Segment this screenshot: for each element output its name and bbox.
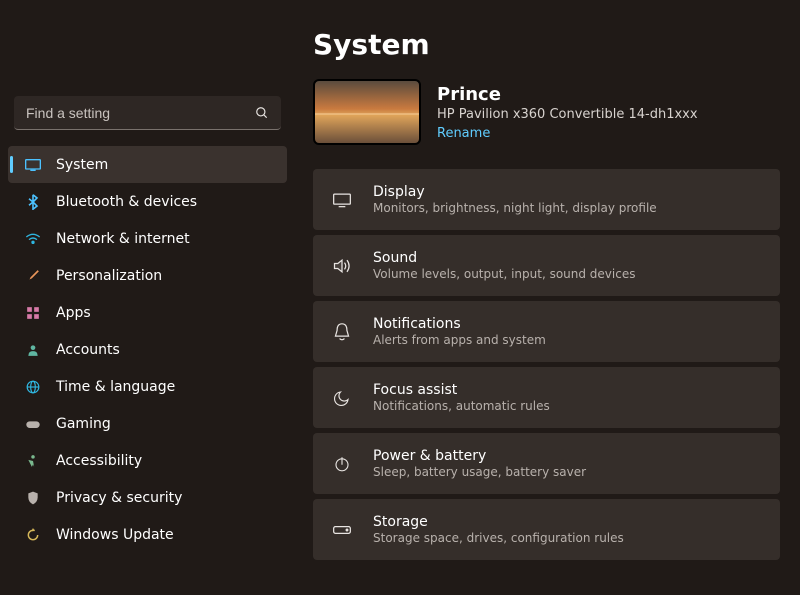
list-subtitle: Storage space, drives, configuration rul… [373, 531, 624, 545]
sidebar-item-accounts[interactable]: Accounts [8, 331, 287, 368]
device-model: HP Pavilion x360 Convertible 14-dh1xxx [437, 107, 698, 122]
list-subtitle: Sleep, battery usage, battery saver [373, 465, 586, 479]
sidebar-item-personalization[interactable]: Personalization [8, 257, 287, 294]
page-title: System [313, 28, 780, 61]
sidebar-item-label: Bluetooth & devices [56, 194, 197, 210]
sidebar-item-privacy[interactable]: Privacy & security [8, 479, 287, 516]
display-icon [331, 189, 353, 211]
list-text: Display Monitors, brightness, night ligh… [373, 184, 657, 215]
brush-icon [24, 267, 42, 285]
system-icon [24, 156, 42, 174]
sound-icon [331, 255, 353, 277]
list-text: Notifications Alerts from apps and syste… [373, 316, 546, 347]
sidebar-item-label: Windows Update [56, 527, 174, 543]
list-title: Power & battery [373, 448, 586, 464]
list-item-storage[interactable]: Storage Storage space, drives, configura… [313, 499, 780, 560]
sidebar-item-gaming[interactable]: Gaming [8, 405, 287, 442]
list-item-sound[interactable]: Sound Volume levels, output, input, soun… [313, 235, 780, 296]
list-title: Display [373, 184, 657, 200]
search-input[interactable] [14, 96, 281, 130]
device-info: Prince HP Pavilion x360 Convertible 14-d… [437, 84, 698, 141]
sidebar-item-label: System [56, 157, 108, 173]
sidebar-item-label: Time & language [56, 379, 175, 395]
list-title: Sound [373, 250, 635, 266]
search-icon [255, 106, 269, 120]
sidebar-item-label: Gaming [56, 416, 111, 432]
apps-icon [24, 304, 42, 322]
storage-icon [331, 519, 353, 541]
list-text: Sound Volume levels, output, input, soun… [373, 250, 635, 281]
sidebar: System Bluetooth & devices Network & int… [0, 0, 295, 595]
sidebar-item-label: Personalization [56, 268, 162, 284]
power-icon [331, 453, 353, 475]
sidebar-nav: System Bluetooth & devices Network & int… [0, 146, 295, 553]
list-text: Focus assist Notifications, automatic ru… [373, 382, 550, 413]
sidebar-item-accessibility[interactable]: Accessibility [8, 442, 287, 479]
bluetooth-icon [24, 193, 42, 211]
sidebar-item-label: Network & internet [56, 231, 190, 247]
list-item-focus[interactable]: Focus assist Notifications, automatic ru… [313, 367, 780, 428]
sidebar-item-update[interactable]: Windows Update [8, 516, 287, 553]
sidebar-item-label: Accessibility [56, 453, 142, 469]
list-subtitle: Monitors, brightness, night light, displ… [373, 201, 657, 215]
list-text: Power & battery Sleep, battery usage, ba… [373, 448, 586, 479]
device-thumbnail[interactable] [313, 79, 421, 145]
moon-icon [331, 387, 353, 409]
device-card: Prince HP Pavilion x360 Convertible 14-d… [313, 79, 780, 145]
sidebar-item-label: Apps [56, 305, 91, 321]
update-icon [24, 526, 42, 544]
search-wrap [14, 96, 281, 130]
main-panel: System Prince HP Pavilion x360 Convertib… [295, 0, 800, 595]
sidebar-item-apps[interactable]: Apps [8, 294, 287, 331]
list-subtitle: Alerts from apps and system [373, 333, 546, 347]
rename-link[interactable]: Rename [437, 126, 698, 141]
sidebar-item-label: Privacy & security [56, 490, 182, 506]
list-item-notifications[interactable]: Notifications Alerts from apps and syste… [313, 301, 780, 362]
sidebar-item-bluetooth[interactable]: Bluetooth & devices [8, 183, 287, 220]
wifi-icon [24, 230, 42, 248]
device-name: Prince [437, 84, 698, 105]
list-subtitle: Notifications, automatic rules [373, 399, 550, 413]
list-title: Focus assist [373, 382, 550, 398]
gamepad-icon [24, 415, 42, 433]
user-icon [24, 341, 42, 359]
settings-list: Display Monitors, brightness, night ligh… [313, 169, 780, 560]
list-text: Storage Storage space, drives, configura… [373, 514, 624, 545]
sidebar-item-time[interactable]: Time & language [8, 368, 287, 405]
sidebar-item-system[interactable]: System [8, 146, 287, 183]
list-item-power[interactable]: Power & battery Sleep, battery usage, ba… [313, 433, 780, 494]
list-title: Notifications [373, 316, 546, 332]
bell-icon [331, 321, 353, 343]
sidebar-item-label: Accounts [56, 342, 120, 358]
sidebar-item-network[interactable]: Network & internet [8, 220, 287, 257]
accessibility-icon [24, 452, 42, 470]
shield-icon [24, 489, 42, 507]
list-title: Storage [373, 514, 624, 530]
list-item-display[interactable]: Display Monitors, brightness, night ligh… [313, 169, 780, 230]
list-subtitle: Volume levels, output, input, sound devi… [373, 267, 635, 281]
globe-icon [24, 378, 42, 396]
